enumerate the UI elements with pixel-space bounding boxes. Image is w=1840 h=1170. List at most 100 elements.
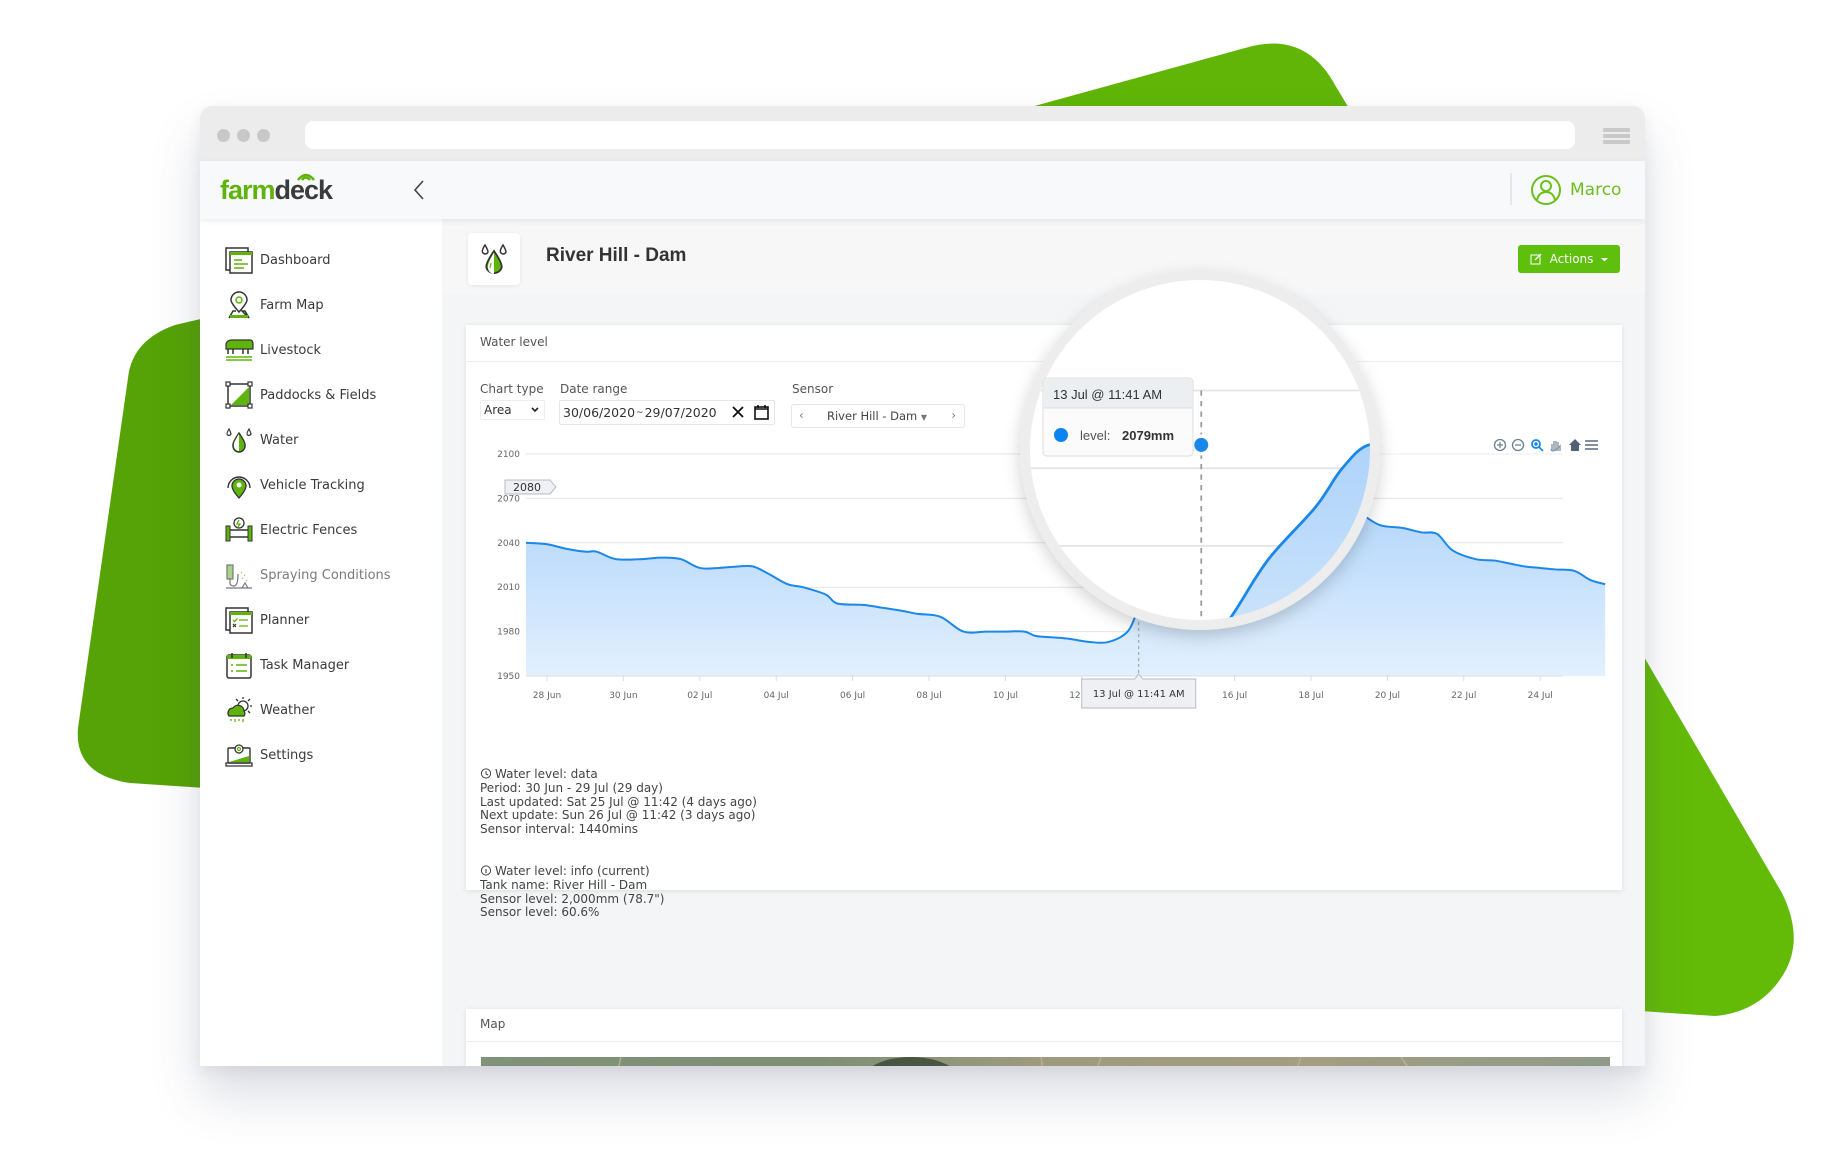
page-title: River Hill - Dam (546, 245, 687, 266)
green-blob-top (1020, 43, 1350, 110)
address-bar[interactable] (305, 121, 1575, 149)
chevron-down-icon (531, 407, 539, 413)
page-header: River Hill - Dam Actions (442, 219, 1645, 294)
chart-type-label: Chart type (480, 382, 544, 396)
vehicle-tracking-icon (227, 476, 251, 499)
sidebar: Dashboard Farm Map Livestock Paddocks & … (200, 219, 442, 1066)
sidebar-item-spraying-conditions[interactable]: Spraying Conditions (224, 558, 391, 592)
user-menu[interactable]: Marco (1530, 173, 1621, 207)
info-line: Period: 30 Jun - 29 Jul (29 day) (480, 780, 663, 795)
sensor-dropdown[interactable]: River Hill - Dam ▼ (827, 409, 927, 423)
satellite-imagery (481, 1057, 1610, 1066)
info-icon (480, 865, 492, 876)
actions-label: Actions (1549, 252, 1594, 266)
weather-icon (227, 697, 252, 722)
window-dot-minimize[interactable] (237, 129, 250, 142)
sidebar-item-label: Water (260, 432, 299, 448)
info-heading-text: Water level: info (current) (495, 864, 650, 878)
info-heading-text: Water level: data (495, 767, 598, 781)
chart-type-value: Area (484, 403, 512, 417)
actions-button[interactable]: Actions (1518, 245, 1620, 273)
sidebar-item-label: Weather (260, 702, 315, 718)
date-separator: ~ (636, 407, 644, 418)
chevron-left-icon[interactable]: ‹ (799, 408, 804, 422)
window-dot-close[interactable] (217, 129, 230, 142)
sidebar-item-label: Spraying Conditions (260, 567, 391, 583)
user-name: Marco (1570, 180, 1622, 200)
edit-icon (1530, 253, 1542, 265)
date-range-label: Date range (560, 382, 628, 396)
sidebar-item-label: Livestock (260, 342, 322, 358)
farmdeck-logo[interactable]: farmdeck (220, 173, 333, 206)
clear-icon[interactable] (730, 403, 746, 421)
settings-laptop-icon (225, 744, 253, 767)
calendar-icon[interactable] (753, 404, 770, 421)
chart-type-select[interactable]: Area (480, 400, 545, 420)
nav-divider (1510, 173, 1512, 205)
sidebar-item-label: Paddocks & Fields (260, 387, 377, 403)
clock-icon (480, 768, 492, 779)
sidebar-item-water[interactable]: Water (224, 423, 298, 457)
sidebar-item-label: Electric Fences (260, 522, 358, 538)
planner-icon (225, 607, 253, 634)
sidebar-item-dashboard[interactable]: Dashboard (224, 243, 331, 277)
info-heading: Water level: info (current) (480, 864, 665, 879)
satellite-map[interactable]: Map (481, 1057, 1610, 1066)
browser-chrome (200, 106, 1645, 161)
sidebar-item-label: Farm Map (260, 297, 324, 313)
sprayer-icon (226, 564, 252, 589)
chevron-left-icon[interactable] (408, 175, 432, 205)
date-to: 29/07/2020 (644, 405, 717, 420)
green-blob-right (1640, 650, 1794, 1016)
map-card: Map (466, 1009, 1622, 1066)
sensor-label: Sensor (792, 382, 834, 396)
info-heading: Water level: data (480, 767, 757, 782)
caret-down-icon (1601, 257, 1609, 261)
water-current-info: Water level: info (current) Tank name: R… (480, 864, 665, 920)
calendar-tasks-icon (226, 653, 252, 679)
logo-text-farm: farm (220, 175, 276, 205)
water-drops-icon (226, 427, 252, 453)
sidebar-item-label: Vehicle Tracking (260, 477, 365, 493)
sidebar-item-label: Settings (260, 747, 314, 763)
browser-window: farmdeck Marco Dashboard Farm Map Livest… (200, 106, 1645, 1066)
map-pin-icon (228, 291, 250, 319)
sidebar-item-settings[interactable]: Settings (224, 738, 313, 772)
sidebar-item-livestock[interactable]: Livestock (224, 333, 321, 367)
card-title: Map (480, 1017, 506, 1031)
sidebar-item-label: Dashboard (260, 252, 331, 268)
water-drops-icon (468, 233, 520, 285)
sensor-selector: ‹ River Hill - Dam ▼ › (791, 404, 965, 428)
water-data-info: Water level: data Period: 30 Jun - 29 Ju… (480, 767, 757, 837)
info-line: Sensor level: 60.6% (480, 905, 600, 920)
sensor-value: River Hill - Dam (827, 409, 918, 423)
sidebar-item-electric-fences[interactable]: Electric Fences (224, 513, 357, 547)
top-navbar: farmdeck Marco (200, 161, 1645, 219)
card-title: Water level (480, 335, 548, 349)
main-content: River Hill - Dam Actions Water level Cha… (442, 219, 1645, 1066)
sidebar-item-planner[interactable]: Planner (224, 603, 309, 637)
caret-down-icon: ▼ (920, 413, 928, 422)
info-line: Last updated: Sat 25 Jul @ 11:42 (4 days… (480, 794, 757, 809)
chevron-right-icon[interactable]: › (951, 408, 956, 422)
cow-icon (225, 339, 254, 361)
water-level-card: Water level Chart type Area Date range 3… (466, 325, 1622, 919)
sidebar-item-label: Task Manager (260, 657, 350, 673)
hamburger-icon[interactable] (1603, 128, 1630, 146)
card-divider (466, 361, 1622, 362)
electric-fence-icon (225, 517, 253, 542)
date-from: 30/06/2020 (563, 405, 636, 420)
sidebar-item-label: Planner (260, 612, 310, 628)
sidebar-item-task-manager[interactable]: Task Manager (224, 648, 349, 682)
info-line: Sensor level: 2,000mm (78.7") (480, 891, 665, 906)
dashboard-icon (225, 247, 253, 274)
sidebar-item-weather[interactable]: Weather (224, 693, 315, 727)
sidebar-item-paddocks[interactable]: Paddocks & Fields (224, 378, 376, 412)
user-circle-icon (1531, 175, 1561, 205)
window-dot-maximize[interactable] (257, 129, 270, 142)
paddock-icon (225, 381, 253, 409)
date-range-input[interactable]: 30/06/2020 ~29/07/2020 (559, 400, 775, 425)
sidebar-item-farm-map[interactable]: Farm Map (224, 288, 324, 322)
sidebar-item-vehicle-tracking[interactable]: Vehicle Tracking (224, 468, 365, 502)
green-blob-left (77, 318, 205, 788)
